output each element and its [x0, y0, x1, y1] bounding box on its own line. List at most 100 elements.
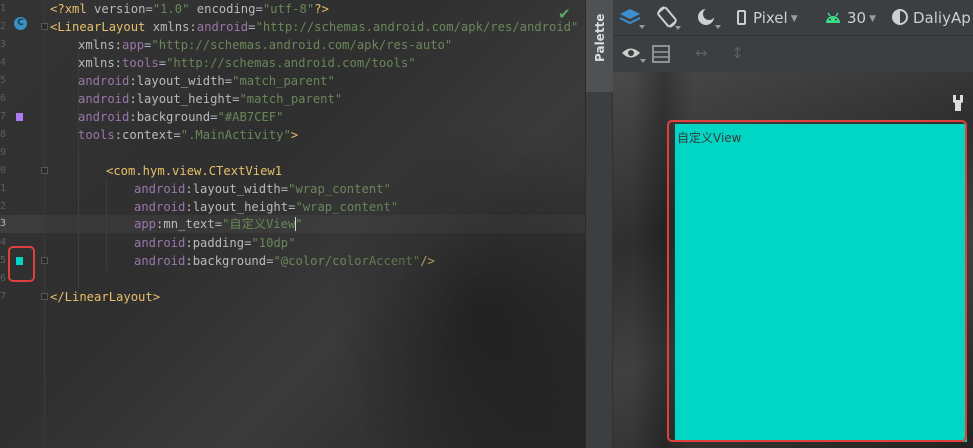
- code-token: "wrap_content": [295, 200, 399, 214]
- code-token: tools: [78, 128, 115, 142]
- code-token: "自定义View": [222, 217, 303, 231]
- code-line-12: android:layout_height="wrap_content": [134, 198, 398, 216]
- line-number: 6: [0, 93, 6, 104]
- line-number: 7: [0, 111, 6, 122]
- horizontal-resize-icon[interactable]: ↔: [695, 43, 708, 63]
- code-token: android: [134, 182, 186, 196]
- eye-icon[interactable]: [621, 44, 647, 64]
- chevron-down-icon: ▼: [869, 14, 877, 24]
- android-icon: [825, 9, 841, 29]
- code-line-15: android:background="@color/colorAccent"/…: [134, 252, 435, 270]
- palette-tab[interactable]: Palette: [586, 0, 613, 92]
- code-line-13: app:mn_text="自定义View": [134, 215, 303, 233]
- code-token: "http://schemas.android.com/apk/res/andr…: [255, 20, 579, 34]
- chevron-down-icon: ▼: [790, 14, 798, 24]
- layers-icon[interactable]: [619, 6, 645, 29]
- device-selector[interactable]: Pixel ▼: [737, 8, 798, 28]
- code-token: />: [420, 254, 435, 268]
- code-token: <com.hym.view.CTextView1: [106, 164, 283, 178]
- code-token: <LinearLayout: [50, 20, 146, 34]
- code-line-2: <LinearLayout xmlns:android="http://sche…: [50, 18, 578, 36]
- orientation-icon[interactable]: [655, 5, 681, 30]
- code-token: android: [196, 20, 249, 34]
- code-token: =: [224, 74, 233, 88]
- code-token: android: [134, 236, 186, 250]
- code-token: "1.0": [152, 2, 190, 16]
- code-token: "utf-8": [262, 2, 315, 16]
- code-token: app: [122, 38, 145, 52]
- code-token: "http://schemas.android.com/tools": [166, 56, 416, 70]
- code-line-10: <com.hym.view.CTextView1: [106, 162, 282, 180]
- code-editor[interactable]: 1 2 3 4 5 6 7 8 9 0 1 2 3 4 5 6 7 C <?xm…: [0, 0, 585, 448]
- theme-label: DaliyAp: [913, 9, 971, 27]
- device-label: Pixel: [753, 9, 788, 27]
- code-token: "match_parent": [239, 92, 343, 106]
- line-number: 9: [0, 147, 6, 158]
- code-token: android: [134, 254, 186, 268]
- line-number: 1: [0, 3, 6, 14]
- text-caret: [295, 217, 296, 231]
- class-gutter-icon[interactable]: C: [14, 17, 27, 30]
- code-token: :layout_height: [129, 92, 233, 106]
- vertical-resize-icon[interactable]: ↕: [731, 43, 744, 63]
- line-number: 2: [0, 201, 6, 212]
- code-line-6: android:layout_height="match_parent": [78, 90, 342, 108]
- code-token: version: [86, 2, 146, 16]
- code-token: xmlns:: [145, 20, 197, 34]
- code-token: =: [158, 56, 167, 70]
- code-line-8: tools:context=".MainActivity">: [78, 126, 298, 144]
- line-number: 3: [0, 39, 6, 50]
- line-number: 1: [0, 183, 6, 194]
- line-number-current: 3: [0, 218, 6, 229]
- code-token: :mn_text: [156, 217, 215, 231]
- line-number: 0: [0, 165, 6, 176]
- code-token: :padding: [185, 236, 245, 250]
- fold-toggle-icon[interactable]: [41, 257, 48, 264]
- code-line-5: android:layout_width="match_parent": [78, 72, 335, 90]
- api-level-label: 30: [847, 9, 867, 27]
- code-token: =: [255, 2, 263, 16]
- api-level-selector[interactable]: 30 ▼: [825, 8, 876, 28]
- code-line-4: xmlns:tools="http://schemas.android.com/…: [78, 54, 416, 72]
- code-token: =: [214, 217, 223, 231]
- editor-gutter: 1 2 3 4 5 6 7 8 9 0 1 2 3 4 5 6 7 C: [0, 0, 45, 448]
- inspection-ok-icon[interactable]: ✔: [558, 5, 571, 23]
- line-number: 5: [0, 75, 6, 86]
- code-token: :context: [114, 128, 174, 142]
- code-line-11: android:layout_width="wrap_content": [134, 180, 391, 198]
- night-mode-icon[interactable]: [695, 6, 721, 29]
- code-token: >: [290, 128, 299, 142]
- code-token: "#AB7CEF": [217, 110, 284, 124]
- code-token: encoding: [189, 2, 256, 16]
- code-token: <?: [50, 2, 65, 16]
- blueprint-icon[interactable]: [651, 44, 671, 64]
- code-token: android: [78, 74, 130, 88]
- code-token: :background: [185, 254, 267, 268]
- fold-toggle-icon[interactable]: [41, 293, 48, 300]
- code-token: =: [280, 182, 289, 196]
- ctextview-text: 自定义View: [677, 131, 742, 145]
- fold-gutter-divider: [44, 0, 45, 448]
- line-number: 5: [0, 255, 6, 266]
- current-line-highlight: [45, 215, 585, 233]
- indent-guide: [106, 180, 107, 270]
- code-token: app: [134, 217, 157, 231]
- palette-side-strip: Palette: [585, 0, 613, 448]
- code-token: </LinearLayout>: [50, 290, 161, 304]
- code-token: ?>: [314, 2, 329, 16]
- code-token: xmlns:: [78, 56, 123, 70]
- code-token: =: [173, 128, 181, 142]
- line-number: 7: [0, 291, 6, 302]
- design-toolbar-secondary: ↔ ↕: [613, 36, 973, 72]
- fold-toggle-icon[interactable]: [41, 23, 48, 30]
- fold-toggle-icon[interactable]: [41, 167, 48, 174]
- line-number: 8: [0, 129, 6, 140]
- code-line-17: </LinearLayout>: [50, 288, 160, 306]
- wrench-icon[interactable]: [953, 94, 967, 116]
- ctextview-preview[interactable]: [675, 124, 967, 442]
- color-swatch-icon[interactable]: [16, 113, 23, 121]
- code-token: xml: [64, 2, 87, 16]
- code-token: "match_parent": [232, 74, 335, 88]
- theme-selector[interactable]: DaliyAp: [892, 8, 971, 28]
- code-token: android: [134, 200, 186, 214]
